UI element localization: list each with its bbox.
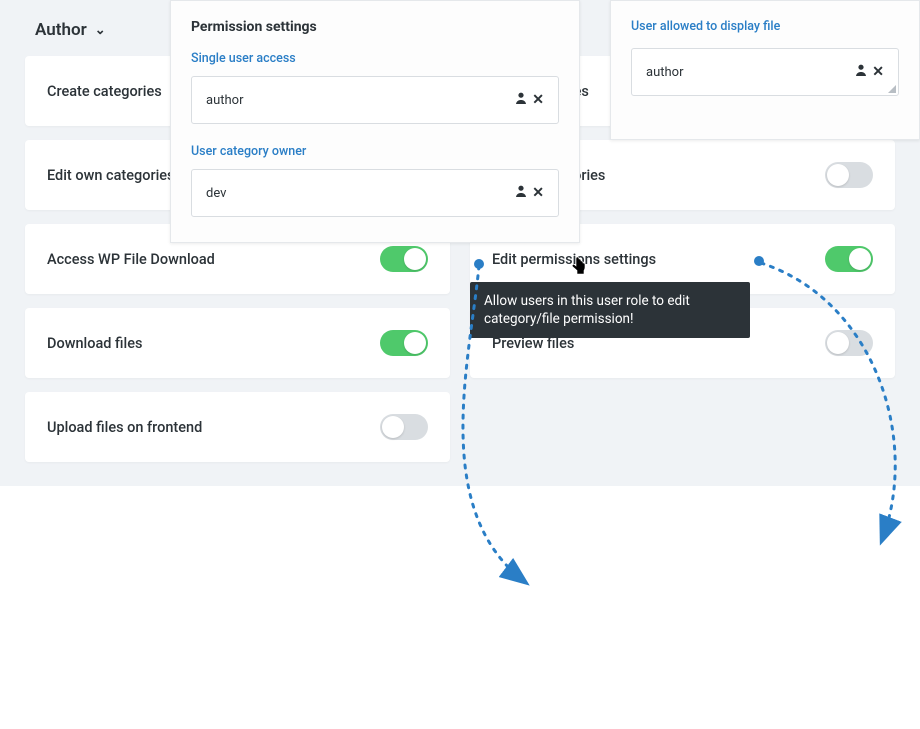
bottom-area (0, 486, 920, 729)
role-selector[interactable]: Author ⌄ (35, 20, 106, 40)
toggle-edit-permissions-settings[interactable] (825, 246, 873, 272)
perm-download-files: Download files (25, 308, 450, 378)
close-icon[interactable]: ✕ (532, 185, 544, 201)
perm-label: Download files (47, 335, 142, 352)
perm-tooltip: Allow users in this user role to edit ca… (470, 282, 750, 338)
toggle-access-wp-file-download[interactable] (380, 246, 428, 272)
user-allowed-field[interactable]: author ✕ (631, 48, 899, 96)
close-icon[interactable]: ✕ (532, 92, 544, 108)
role-selected-label: Author (35, 20, 87, 40)
field-value: author (206, 93, 243, 108)
perm-label: Upload files on frontend (47, 419, 202, 436)
perm-label: Edit own categories (47, 167, 175, 184)
user-icon[interactable] (514, 184, 528, 202)
toggle-download-files[interactable] (380, 330, 428, 356)
close-icon[interactable]: ✕ (872, 64, 884, 80)
perm-label: Create categories (47, 83, 162, 100)
user-category-owner-label: User category owner (191, 144, 559, 159)
user-icon[interactable] (514, 91, 528, 109)
chevron-down-icon: ⌄ (95, 23, 106, 38)
connector-origin-dot (474, 259, 484, 269)
perm-upload-files-frontend: Upload files on frontend (25, 392, 450, 462)
toggle-preview-files[interactable] (825, 330, 873, 356)
user-allowed-panel: User allowed to display file author ✕ (610, 0, 920, 140)
toggle-upload-files-frontend[interactable] (380, 414, 428, 440)
field-value: dev (206, 186, 226, 201)
panel-subtitle: User allowed to display file (631, 19, 899, 34)
perm-label: Edit permissions settings (492, 251, 656, 268)
user-icon[interactable] (854, 63, 868, 81)
permission-settings-panel: Permission settings Single user access a… (170, 0, 580, 243)
connector-origin-dot (754, 256, 764, 266)
single-user-access-field[interactable]: author ✕ (191, 76, 559, 124)
toggle-delete-categories[interactable] (825, 162, 873, 188)
user-category-owner-field[interactable]: dev ✕ (191, 169, 559, 217)
panel-title: Permission settings (191, 19, 559, 35)
single-user-access-label: Single user access (191, 51, 559, 66)
tooltip-text: Allow users in this user role to edit ca… (484, 293, 690, 327)
perm-label: Access WP File Download (47, 251, 215, 268)
field-value: author (646, 65, 683, 80)
